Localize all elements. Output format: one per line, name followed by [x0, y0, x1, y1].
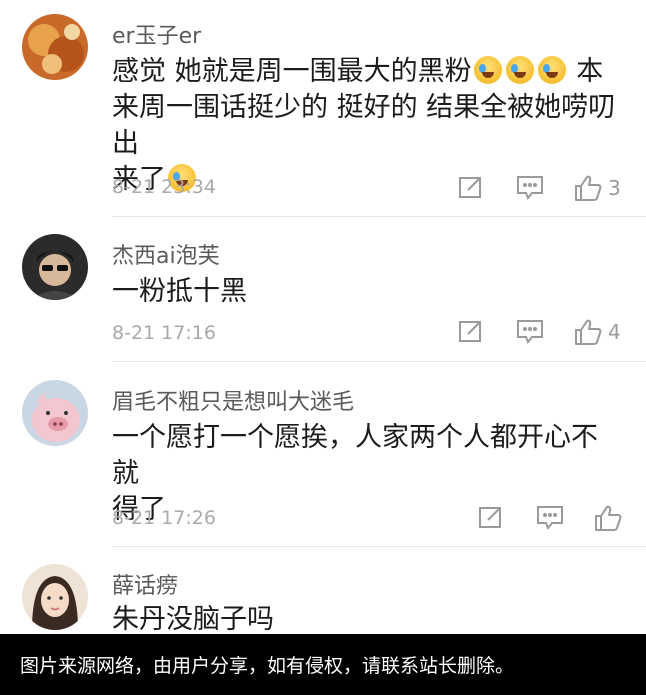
- share-icon: [459, 321, 481, 342]
- comment-text-line: 来周一围话挺少的 挺好的 结果全被她唠叨出: [112, 92, 616, 159]
- divider: [112, 546, 646, 547]
- like-button[interactable]: [594, 504, 628, 532]
- share-button[interactable]: [458, 318, 484, 344]
- comment-button[interactable]: [536, 504, 564, 530]
- divider: [112, 361, 646, 362]
- like-icon: [575, 319, 602, 345]
- comment-username[interactable]: er玉子er: [112, 18, 201, 50]
- comment-icon: [537, 506, 563, 530]
- like-button[interactable]: 4: [574, 318, 621, 346]
- comment-icon: [517, 176, 543, 200]
- share-button[interactable]: [478, 504, 504, 530]
- disclaimer-text: 图片来源网络，由用户分享，如有侵权，请联系站长删除。: [20, 655, 515, 677]
- comment-actions: [478, 504, 638, 534]
- share-button[interactable]: [458, 174, 484, 200]
- comment-timestamp: 8-21 23:34: [112, 176, 216, 198]
- disclaimer-banner: 图片来源网络，由用户分享，如有侵权，请联系站长删除。: [0, 634, 646, 695]
- comment-timestamp: 8-21 17:16: [112, 322, 216, 344]
- divider: [112, 216, 646, 217]
- comment-actions: 4: [458, 318, 638, 348]
- like-icon: [595, 505, 622, 531]
- comment-username[interactable]: 薛话痨: [112, 568, 178, 600]
- like-count: 3: [608, 176, 621, 200]
- laugh-cry-emoji-icon: [505, 56, 534, 84]
- like-icon: [575, 175, 602, 201]
- share-icon: [459, 177, 481, 198]
- comment-username[interactable]: 眉毛不粗只是想叫大迷毛: [112, 384, 354, 416]
- comment-button[interactable]: [516, 174, 544, 200]
- avatar[interactable]: [22, 380, 88, 446]
- laugh-cry-emoji-icon: [473, 56, 502, 84]
- comment-button[interactable]: [516, 318, 544, 344]
- like-button[interactable]: 3: [574, 174, 621, 202]
- avatar[interactable]: [22, 234, 88, 300]
- laugh-cry-emoji-icon: [537, 56, 566, 84]
- like-count: 4: [608, 320, 621, 344]
- comment-icon: [517, 320, 543, 344]
- comment-text-line: 一个愿打一个愿挨，人家两个人都开心不就: [112, 422, 598, 489]
- comment-timestamp: 8-21 17:26: [112, 507, 216, 529]
- comment-username[interactable]: 杰西ai泡芙: [112, 238, 220, 270]
- comment-text-line: 感觉 她就是周一围最大的黑粉: [112, 56, 472, 87]
- comment-actions: 3: [458, 174, 638, 204]
- comment-text-tail: 本: [576, 56, 604, 87]
- comment-text: 朱丹没脑子吗: [112, 604, 274, 634]
- comment-text: 一粉抵十黑: [112, 276, 247, 307]
- share-icon: [479, 507, 501, 528]
- avatar[interactable]: [22, 564, 88, 630]
- comment-feed: er玉子er 感觉 她就是周一围最大的黑粉 本 来周一围话挺少的 挺好的 结果全…: [0, 0, 646, 634]
- avatar[interactable]: [22, 14, 88, 80]
